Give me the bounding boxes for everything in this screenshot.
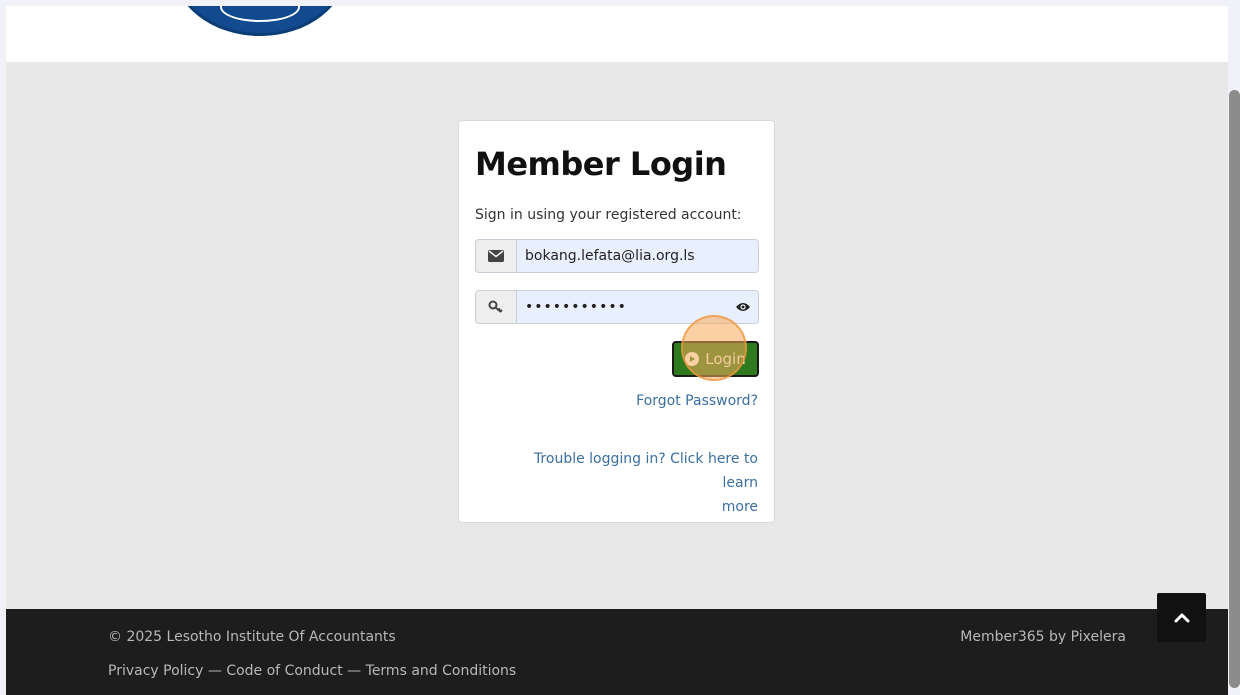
site-footer: © 2025 Lesotho Institute Of Accountants … [6,609,1228,695]
login-button[interactable]: Login [672,341,759,377]
copyright-text: © 2025 Lesotho Institute Of Accountants [108,629,396,645]
eye-icon[interactable] [728,291,758,323]
site-logo[interactable] [172,6,348,36]
play-circle-icon [685,352,700,366]
code-of-conduct-link[interactable]: Code of Conduct [226,663,342,679]
page: Member Login Sign in using your register… [6,6,1228,695]
trouble-logging-in-link[interactable]: Trouble logging in? Click here to learn … [498,447,758,519]
page-title: Member Login [475,145,727,183]
forgot-password-link[interactable]: Forgot Password? [636,389,758,413]
terms-and-conditions-link[interactable]: Terms and Conditions [366,663,517,679]
logo-emblem [220,6,300,22]
scrollbar-thumb[interactable] [1229,90,1240,688]
footer-separator: — [342,663,366,679]
footer-credit: Member365 by Pixelera [960,629,1126,645]
footer-links: Privacy Policy — Code of Conduct — Terms… [108,663,516,679]
privacy-policy-link[interactable]: Privacy Policy [108,663,203,679]
login-card: Member Login Sign in using your register… [458,120,775,523]
site-header [6,6,1228,62]
email-field[interactable] [517,240,758,272]
key-icon [476,291,517,323]
chevron-up-icon [1174,608,1190,627]
trouble-link-line1: Trouble logging in? Click here to learn [533,451,758,491]
login-button-label: Login [705,350,746,368]
trouble-link-line2: more [721,499,758,515]
login-subtitle: Sign in using your registered account: [475,207,742,223]
envelope-icon [476,240,517,272]
scroll-to-top-button[interactable] [1157,593,1206,642]
email-input-group [475,239,759,273]
password-input-group [475,290,759,324]
password-field[interactable] [517,291,728,323]
footer-separator: — [203,663,227,679]
